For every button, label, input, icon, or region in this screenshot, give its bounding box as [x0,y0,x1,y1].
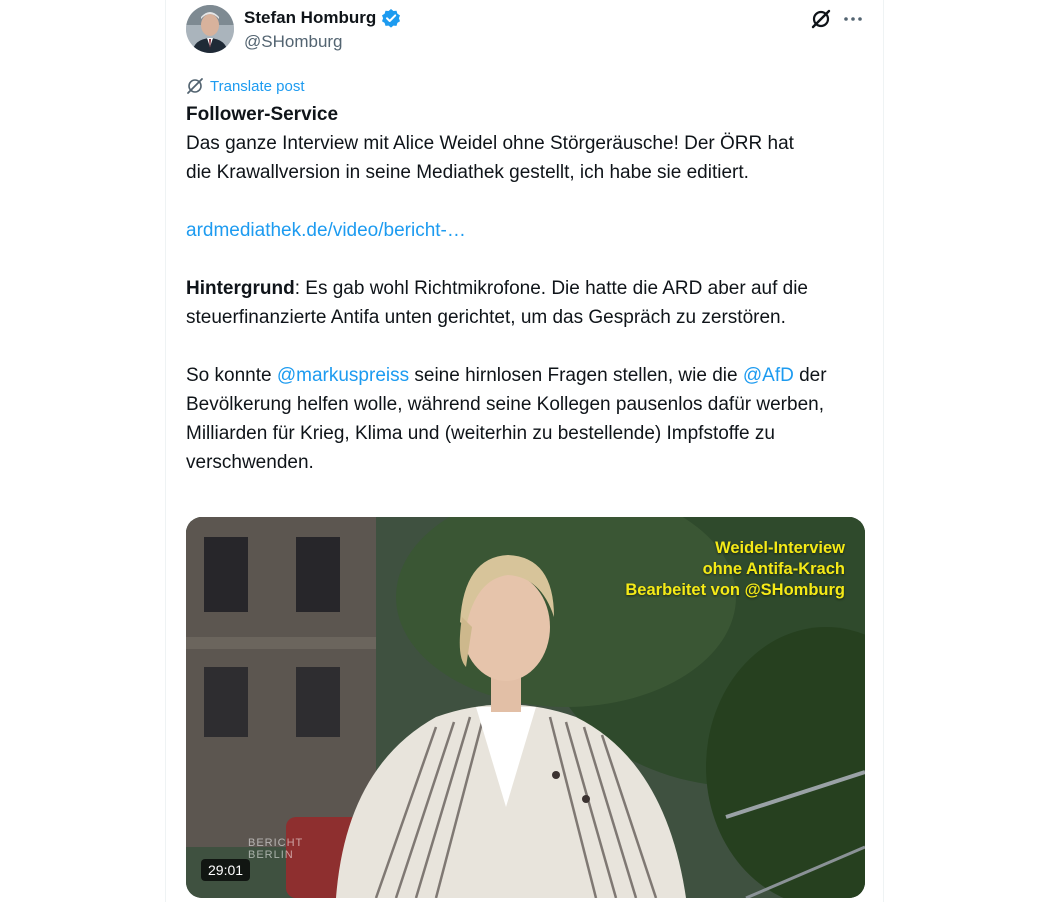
broadcaster-watermark: BERICHT BERLIN [248,837,303,861]
author-name[interactable]: Stefan Homburg [244,7,401,29]
watermark-line-1: BERICHT [248,837,304,849]
post-paragraph-3: So konnte @markuspreiss seine hirnlosen … [186,361,866,477]
more-dots-icon[interactable] [840,6,866,32]
translate-icon [187,78,203,94]
background-label: Hintergrund [186,278,295,299]
overlay-line-1: Weidel-Interview [715,539,845,557]
post-text: Follower-Service Das ganze Interview mit… [186,100,866,477]
video-overlay-caption: Weidel-Interview ohne Antifa-Krach Bearb… [625,538,845,601]
video-player[interactable]: Weidel-Interview ohne Antifa-Krach Bearb… [186,517,865,898]
article-link[interactable]: ardmediathek.de/video/bericht-… [186,220,466,241]
overlay-line-2: ohne Antifa-Krach [702,560,845,578]
tweet-column: Stefan Homburg @SHomburg Translate post … [165,0,884,902]
translate-post-label[interactable]: Translate post [210,78,305,95]
author-name-text[interactable]: Stefan Homburg [244,7,376,29]
author-avatar[interactable] [186,5,234,53]
verified-badge-icon [381,8,401,28]
post-title: Follower-Service [186,104,339,125]
author-handle[interactable]: @SHomburg [244,31,343,53]
p3-start: So konnte [186,365,277,386]
mention-afd[interactable]: @AfD [743,365,794,386]
watermark-line-2: BERLIN [248,849,294,861]
translate-post-button[interactable]: Translate post [186,75,305,97]
post-paragraph-background: Hintergrund: Es gab wohl Richtmikrofone.… [186,274,866,332]
overlay-line-3: Bearbeitet von @SHomburg [625,581,845,599]
post-line-1: Das ganze Interview mit Alice Weidel ohn… [186,133,794,154]
p3-middle: seine hirnlosen Fragen stellen, wie die [409,365,743,386]
post-line-2: die Krawallversion in seine Mediathek ge… [186,162,749,183]
grok-icon[interactable] [808,6,834,32]
mention-markuspreiss[interactable]: @markuspreiss [277,365,409,386]
video-duration-badge: 29:01 [201,859,251,881]
